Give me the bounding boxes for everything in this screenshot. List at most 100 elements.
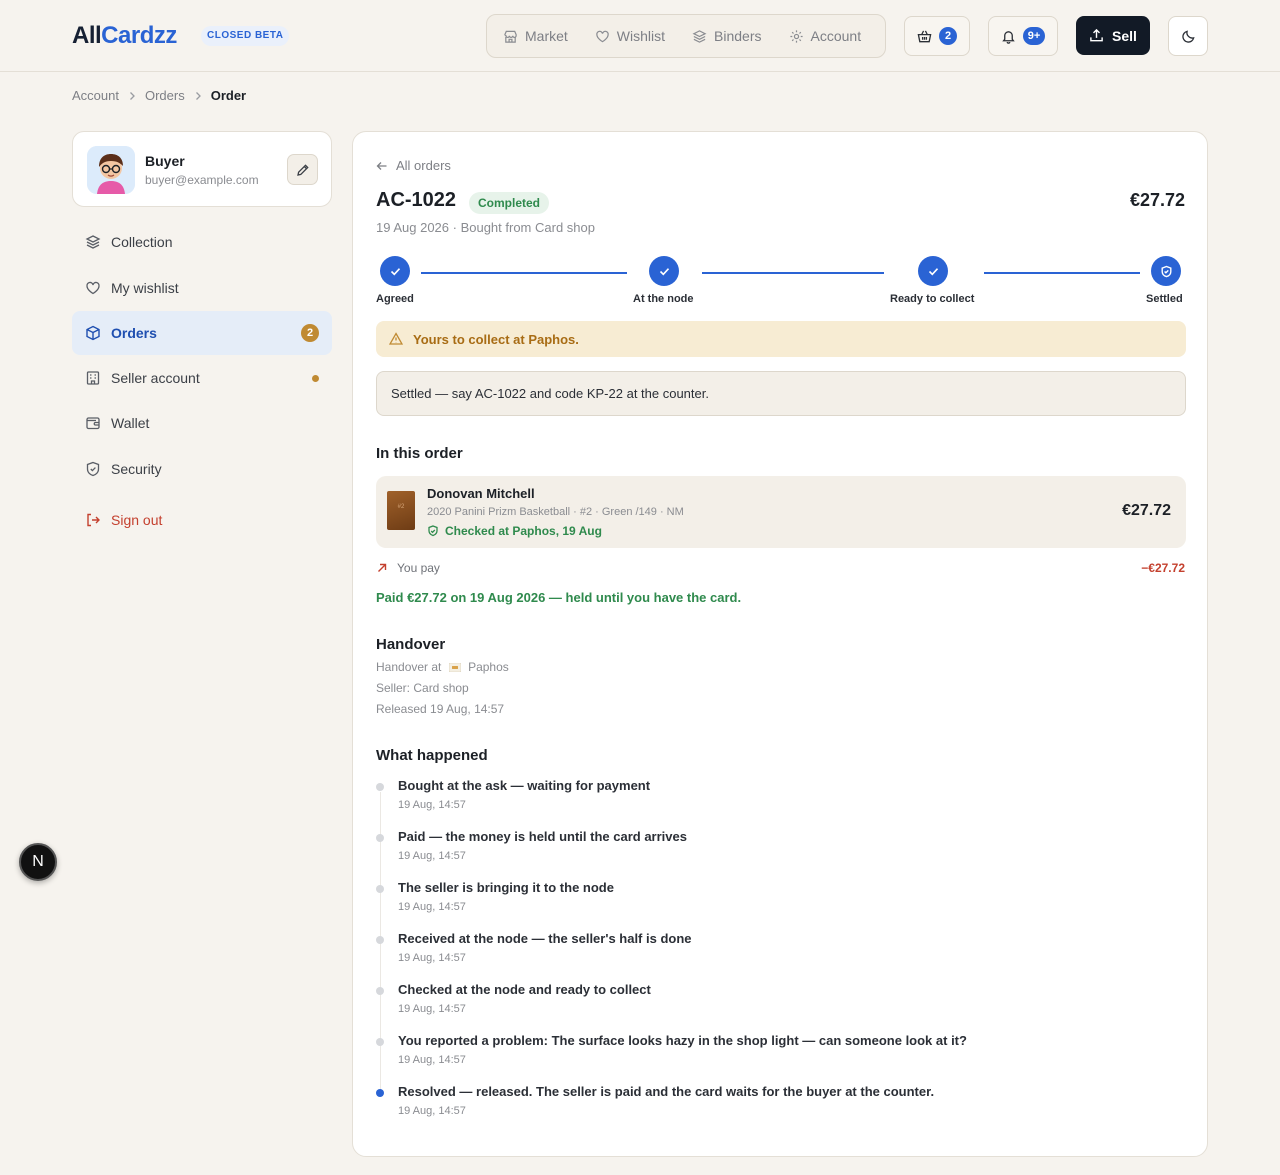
building-icon bbox=[86, 371, 100, 385]
timeline-entry: The seller is bringing it to the node 19… bbox=[398, 880, 614, 913]
handover-location: Handover at Paphos bbox=[376, 660, 509, 674]
dev-tools-button[interactable]: N bbox=[19, 843, 57, 881]
chevron-right-icon bbox=[195, 91, 201, 100]
arrow-up-right-icon bbox=[378, 563, 387, 572]
heart-icon bbox=[596, 30, 609, 42]
sell-button[interactable]: Sell bbox=[1076, 16, 1150, 55]
back-to-orders-link[interactable]: All orders bbox=[376, 158, 451, 173]
step-node-icon bbox=[649, 256, 679, 286]
timeline-dot bbox=[376, 1038, 384, 1046]
profile-card: Buyer buyer@example.com bbox=[72, 131, 332, 207]
you-pay-amount: −€27.72 bbox=[1141, 561, 1185, 575]
item-price: €27.72 bbox=[1122, 502, 1171, 519]
shield-check-icon bbox=[428, 525, 438, 537]
timeline-entry: Resolved — released. The seller is paid … bbox=[398, 1084, 935, 1117]
step-agreed-icon bbox=[380, 256, 410, 286]
status-badge: Completed bbox=[469, 192, 550, 214]
order-subtitle: 19 Aug 2026 · Bought from Card shop bbox=[376, 220, 595, 235]
arrow-left-icon bbox=[376, 161, 387, 170]
top-bar: AllCardzz CLOSED BETA Market Wishlist Bi… bbox=[0, 0, 1280, 72]
nav-binders[interactable]: Binders bbox=[692, 28, 762, 44]
gear-icon bbox=[789, 29, 803, 43]
timeline-dot bbox=[376, 834, 384, 842]
order-total: €27.72 bbox=[1129, 190, 1185, 210]
card-thumbnail: #2 bbox=[387, 491, 415, 530]
profile-email: buyer@example.com bbox=[145, 173, 259, 187]
layers-icon bbox=[85, 235, 101, 249]
notifications-button[interactable]: 9+ bbox=[988, 16, 1058, 56]
sidebar-item-orders[interactable]: Orders 2 bbox=[72, 311, 332, 355]
sidebar-item-sign-out[interactable]: Sign out bbox=[72, 498, 332, 542]
seller-attention-dot bbox=[312, 375, 319, 382]
item-check-status: Checked at Paphos, 19 Aug bbox=[427, 524, 602, 538]
timeline-entry: You reported a problem: The surface look… bbox=[398, 1033, 967, 1066]
timeline-title: What happened bbox=[376, 747, 488, 764]
order-item[interactable]: #2 Donovan Mitchell 2020 Panini Prizm Ba… bbox=[376, 476, 1186, 548]
item-name: Donovan Mitchell bbox=[427, 486, 535, 501]
breadcrumb-orders[interactable]: Orders bbox=[145, 88, 185, 103]
step-label: Agreed bbox=[376, 293, 414, 305]
timeline-entry: Checked at the node and ready to collect… bbox=[398, 982, 651, 1015]
heart-icon bbox=[86, 281, 100, 295]
breadcrumb-account[interactable]: Account bbox=[72, 88, 119, 103]
you-pay-row: You pay bbox=[376, 561, 440, 575]
box-icon bbox=[86, 325, 100, 341]
avatar bbox=[87, 146, 135, 194]
shield-icon bbox=[86, 461, 100, 477]
main-nav: Market Wishlist Binders Account bbox=[486, 14, 886, 58]
step-ready-icon bbox=[918, 256, 948, 286]
logo[interactable]: AllCardzz bbox=[72, 22, 177, 50]
upload-icon bbox=[1090, 28, 1103, 42]
sidebar-item-seller-account[interactable]: Seller account bbox=[72, 356, 332, 400]
chevron-right-icon bbox=[130, 91, 135, 100]
order-id: AC-1022 bbox=[376, 189, 457, 211]
order-detail-card: All orders AC-1022 Completed €27.72 19 A… bbox=[352, 131, 1208, 1157]
flag-icon bbox=[448, 662, 462, 673]
sidebar-item-security[interactable]: Security bbox=[72, 447, 332, 491]
edit-profile-button[interactable] bbox=[287, 154, 318, 185]
cart-count: 2 bbox=[939, 27, 957, 45]
logout-icon bbox=[87, 513, 100, 527]
profile-name: Buyer bbox=[145, 153, 185, 169]
notifications-count: 9+ bbox=[1022, 27, 1046, 45]
collection-code-note: Settled — say AC-1022 and code KP-22 at … bbox=[376, 371, 1186, 416]
orders-count-badge: 2 bbox=[301, 324, 319, 342]
theme-toggle-button[interactable] bbox=[1168, 16, 1208, 56]
timeline-dot-current bbox=[376, 1089, 384, 1097]
items-section-title: In this order bbox=[376, 445, 463, 462]
timeline-entry: Received at the node — the seller's half… bbox=[398, 931, 692, 964]
step-connector bbox=[702, 272, 884, 274]
pencil-icon bbox=[296, 163, 309, 176]
nav-account[interactable]: Account bbox=[789, 28, 861, 44]
sidebar-item-wishlist[interactable]: My wishlist bbox=[72, 266, 332, 310]
nav-wishlist[interactable]: Wishlist bbox=[595, 28, 665, 44]
sidebar-item-wallet[interactable]: Wallet bbox=[72, 401, 332, 445]
handover-released: Released 19 Aug, 14:57 bbox=[376, 702, 505, 716]
payment-note: Paid €27.72 on 19 Aug 2026 — held until … bbox=[376, 590, 742, 605]
cart-button[interactable]: 2 bbox=[904, 16, 970, 56]
nav-market[interactable]: Market bbox=[503, 28, 568, 44]
item-meta: 2020 Panini Prizm Basketball · #2 · Gree… bbox=[427, 506, 684, 518]
breadcrumb-current: Order bbox=[210, 88, 247, 103]
warning-icon bbox=[389, 332, 403, 345]
step-settled-icon bbox=[1151, 256, 1181, 286]
order-progress: Agreed At the node Ready to collect Sett… bbox=[376, 256, 1186, 306]
sidebar-item-collection[interactable]: Collection bbox=[72, 220, 332, 264]
timeline-dot bbox=[376, 783, 384, 791]
breadcrumb: Account Orders Order bbox=[72, 88, 246, 103]
timeline-dot bbox=[376, 936, 384, 944]
step-label: Ready to collect bbox=[890, 293, 975, 305]
handover-seller: Seller: Card shop bbox=[376, 681, 469, 695]
timeline-dot bbox=[376, 885, 384, 893]
timeline-dot bbox=[376, 987, 384, 995]
wallet-icon bbox=[86, 417, 100, 430]
step-connector bbox=[421, 272, 627, 274]
collect-alert: Yours to collect at Paphos. bbox=[376, 321, 1186, 357]
timeline-entry: Bought at the ask — waiting for payment … bbox=[398, 778, 651, 811]
handover-title: Handover bbox=[376, 636, 446, 653]
bell-icon bbox=[1001, 30, 1015, 44]
moon-icon bbox=[1181, 29, 1195, 43]
store-icon bbox=[504, 30, 517, 43]
basket-icon bbox=[917, 30, 932, 42]
timeline-entry: Paid — the money is held until the card … bbox=[398, 829, 687, 862]
